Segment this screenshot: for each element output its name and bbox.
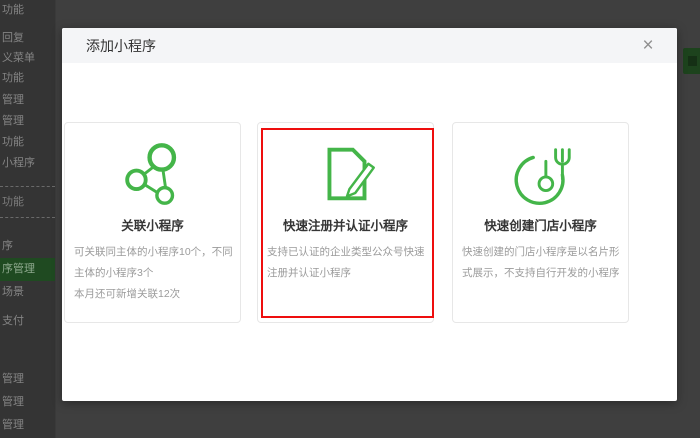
card-icon-wrap xyxy=(258,133,433,215)
card-desc-line: 注册并认证小程序 xyxy=(267,267,351,279)
option-card[interactable]: 关联小程序 可关联同主体的小程序10个，不同 主体的小程序3个本月还可新增关联12… xyxy=(64,122,241,323)
sidebar-item[interactable]: 管理 xyxy=(0,92,55,108)
sidebar-item[interactable]: 场景 xyxy=(0,284,55,300)
dimmed-green-button[interactable] xyxy=(683,48,700,74)
sidebar-item[interactable]: 管理 xyxy=(0,113,55,129)
card-desc-line: 可关联同主体的小程序10个，不同 xyxy=(74,246,233,258)
sidebar: 功能 回复 义菜单 功能 管理 管理 功能 小程序 功能序序管理 场景 支付 管理 管理 管理 xyxy=(0,0,56,438)
sidebar-item[interactable]: 管理 xyxy=(0,394,55,410)
sidebar-item[interactable]: 管理 xyxy=(0,417,55,433)
cards-row: 关联小程序 可关联同主体的小程序10个，不同 主体的小程序3个本月还可新增关联12… xyxy=(62,28,677,401)
sidebar-item[interactable]: 功能 xyxy=(0,2,55,18)
card-desc-line: 快速创建的门店小程序是以名片形 xyxy=(462,246,620,258)
sidebar-item-active[interactable]: 序管理 xyxy=(0,258,55,281)
card-desc-line: 本月还可新增关联12次 xyxy=(74,288,181,300)
add-miniprogram-dialog: 添加小程序 × 关联小程序 可关联同主体的小程序10个，不同 主体的小程序3个 本月… xyxy=(62,28,677,401)
document-pen-icon xyxy=(327,147,375,201)
card-desc-line: 支持已认证的企业类型公众号快速 xyxy=(267,246,425,258)
card-icon-wrap xyxy=(65,133,240,215)
sidebar-item[interactable]: 序 xyxy=(0,238,55,254)
card-title: 关联小程序 xyxy=(121,219,184,233)
card-title: 快速创建门店小程序 xyxy=(484,219,597,233)
screen: 功能 回复 义菜单 功能 管理 管理 功能 小程序 功能序序管理 场景 支付 管理 管理 管理 添加小程序… xyxy=(0,0,700,438)
card-title: 快速注册并认证小程序 xyxy=(282,219,408,233)
sidebar-item[interactable]: 回复 xyxy=(0,30,55,46)
option-card[interactable]: 快速创建门店小程序 快速创建的门店小程序是以名片形 式展示，不支持自行开发的小程序 xyxy=(452,122,629,323)
card-description: 快速创建的门店小程序是以名片形 式展示，不支持自行开发的小程序 xyxy=(462,242,620,284)
card-icon-wrap xyxy=(453,133,628,215)
sidebar-item[interactable]: 功能 xyxy=(0,186,55,218)
sidebar-item[interactable]: 功能 xyxy=(0,134,55,150)
sidebar-item[interactable]: 功能 xyxy=(0,70,55,86)
option-card[interactable]: 快速注册并认证小程序 支持已认证的企业类型公众号快速 注册并认证小程序 xyxy=(257,122,434,323)
sidebar-item[interactable]: 义菜单 xyxy=(0,50,55,66)
sidebar-item[interactable]: 支付 xyxy=(0,313,55,329)
sidebar-item[interactable]: 管理 xyxy=(0,371,55,387)
card-description: 支持已认证的企业类型公众号快速 注册并认证小程序 xyxy=(267,242,425,284)
card-desc-line: 式展示，不支持自行开发的小程序 xyxy=(462,267,620,279)
fork-spoon-icon xyxy=(514,148,571,205)
network-icon xyxy=(124,143,176,205)
card-desc-line: 主体的小程序3个 xyxy=(74,267,154,279)
sidebar-item[interactable]: 小程序 xyxy=(0,155,55,171)
card-description: 可关联同主体的小程序10个，不同 主体的小程序3个本月还可新增关联12次 xyxy=(74,242,233,305)
